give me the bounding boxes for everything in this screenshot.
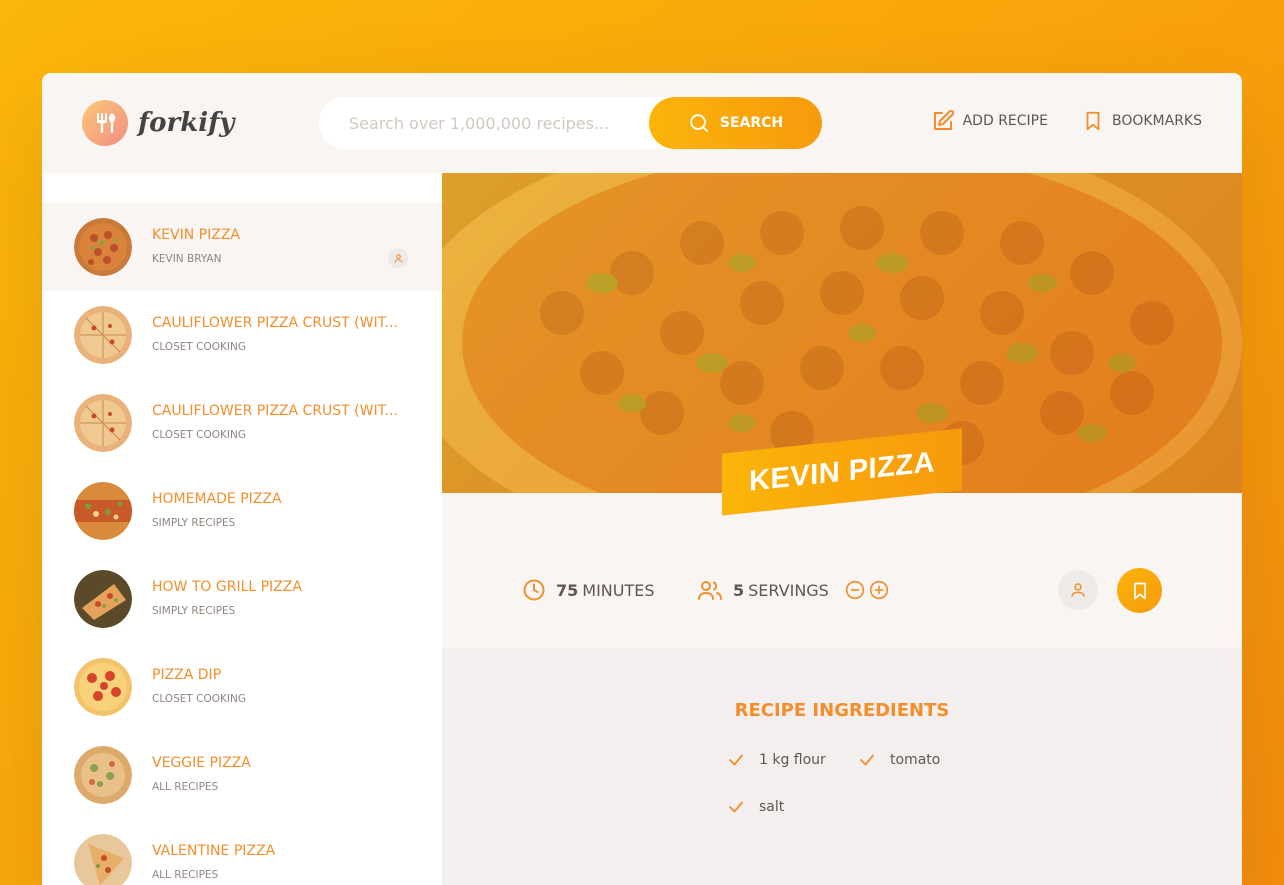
logo[interactable]: forkify (82, 100, 234, 146)
result-title: Homemade Pizza (152, 491, 282, 507)
result-publisher: Simply Recipes (152, 517, 236, 529)
ingredient-text: salt (759, 799, 785, 815)
result-item[interactable]: Valentine Pizza All Recipes (42, 819, 442, 885)
bookmark-icon (1133, 582, 1146, 599)
ingredient-text: 1 kg flour (759, 752, 826, 768)
check-icon (729, 801, 743, 813)
ingredients-section: Recipe ingredients 1 kg flour tomato sal… (442, 648, 1242, 885)
result-title: Pizza Dip (152, 667, 222, 683)
result-publisher: All Recipes (152, 869, 219, 881)
bookmark-button[interactable] (1117, 568, 1162, 613)
app-container: forkify Search Add recipe Bookmarks (42, 73, 1242, 885)
result-item[interactable]: Homemade Pizza Simply Recipes (42, 467, 442, 555)
result-image (74, 482, 132, 540)
result-title: Valentine Pizza (152, 843, 276, 859)
result-image (74, 218, 132, 276)
minutes-value: 75 (556, 580, 579, 600)
check-icon (860, 754, 874, 766)
search-icon (690, 114, 709, 133)
result-title: Veggie Pizza (152, 755, 251, 771)
search-results: Kevin Pizza Kevin Bryan Cauliflower Pizz… (42, 173, 442, 885)
logo-fork-spoon-icon (82, 100, 128, 146)
recipe-title: Kevin Pizza (749, 445, 935, 498)
search-bar: Search (319, 97, 822, 149)
bookmarks-button[interactable]: Bookmarks (1082, 109, 1202, 133)
increase-servings-icon[interactable] (869, 580, 889, 600)
logo-text: forkify (138, 108, 235, 138)
result-image (74, 570, 132, 628)
bookmarks-label: Bookmarks (1111, 113, 1202, 129)
ingredients-heading: Recipe ingredients (734, 700, 950, 721)
user-generated-badge (1058, 570, 1098, 610)
search-button[interactable]: Search (649, 97, 822, 149)
result-item[interactable]: Cauliflower Pizza Crust (wit... Closet C… (42, 291, 442, 379)
recipe-view: Kevin Pizza 75 minutes 5 servings (442, 173, 1242, 885)
user-icon (1071, 583, 1085, 597)
result-image (74, 746, 132, 804)
result-item[interactable]: Veggie Pizza All Recipes (42, 731, 442, 819)
ingredient-item: 1 kg flour (727, 751, 826, 769)
result-publisher: Closet Cooking (152, 693, 246, 705)
result-image (74, 658, 132, 716)
check-icon (729, 754, 743, 766)
ingredient-text: tomato (890, 752, 941, 768)
ingredient-item: salt (727, 798, 784, 816)
result-title: Cauliflower Pizza Crust (wit... (152, 315, 398, 331)
result-image (74, 306, 132, 364)
servings-value: 5 (733, 580, 745, 600)
result-image (74, 834, 132, 885)
header: forkify Search Add recipe Bookmarks (42, 73, 1242, 173)
result-title: Kevin Pizza (152, 227, 240, 243)
users-icon (698, 581, 722, 600)
search-input[interactable] (349, 113, 669, 133)
ingredient-item: tomato (858, 751, 940, 769)
result-publisher: Closet Cooking (152, 341, 246, 353)
result-publisher: Simply Recipes (152, 605, 236, 617)
result-item[interactable]: How to Grill Pizza Simply Recipes (42, 555, 442, 643)
result-item[interactable]: Pizza Dip Closet Cooking (42, 643, 442, 731)
servings-label: servings (748, 580, 829, 600)
result-publisher: Closet Cooking (152, 429, 246, 441)
servings: 5 servings (697, 578, 889, 602)
result-image (74, 394, 132, 452)
result-item[interactable]: Cauliflower Pizza Crust (wit... Closet C… (42, 379, 442, 467)
edit-icon (933, 109, 954, 130)
result-item-active[interactable]: Kevin Pizza Kevin Bryan (42, 203, 442, 291)
result-title: How to Grill Pizza (152, 579, 302, 595)
result-publisher: All Recipes (152, 781, 219, 793)
clock-icon (523, 579, 545, 601)
add-recipe-label: Add recipe (962, 113, 1048, 129)
result-publisher: Kevin Bryan (152, 253, 222, 265)
nav: Add recipe Bookmarks (931, 109, 1202, 133)
recipe-details: 75 minutes 5 servings (442, 493, 1242, 648)
result-title: Cauliflower Pizza Crust (wit... (152, 403, 398, 419)
bookmark-icon (1086, 111, 1100, 131)
search-button-label: Search (719, 115, 784, 131)
user-generated-icon (388, 248, 408, 268)
add-recipe-button[interactable]: Add recipe (931, 109, 1048, 133)
minutes-label: minutes (582, 580, 655, 600)
cooking-time: 75 minutes (522, 578, 655, 602)
servings-buttons (845, 580, 889, 600)
decrease-servings-icon[interactable] (845, 580, 865, 600)
